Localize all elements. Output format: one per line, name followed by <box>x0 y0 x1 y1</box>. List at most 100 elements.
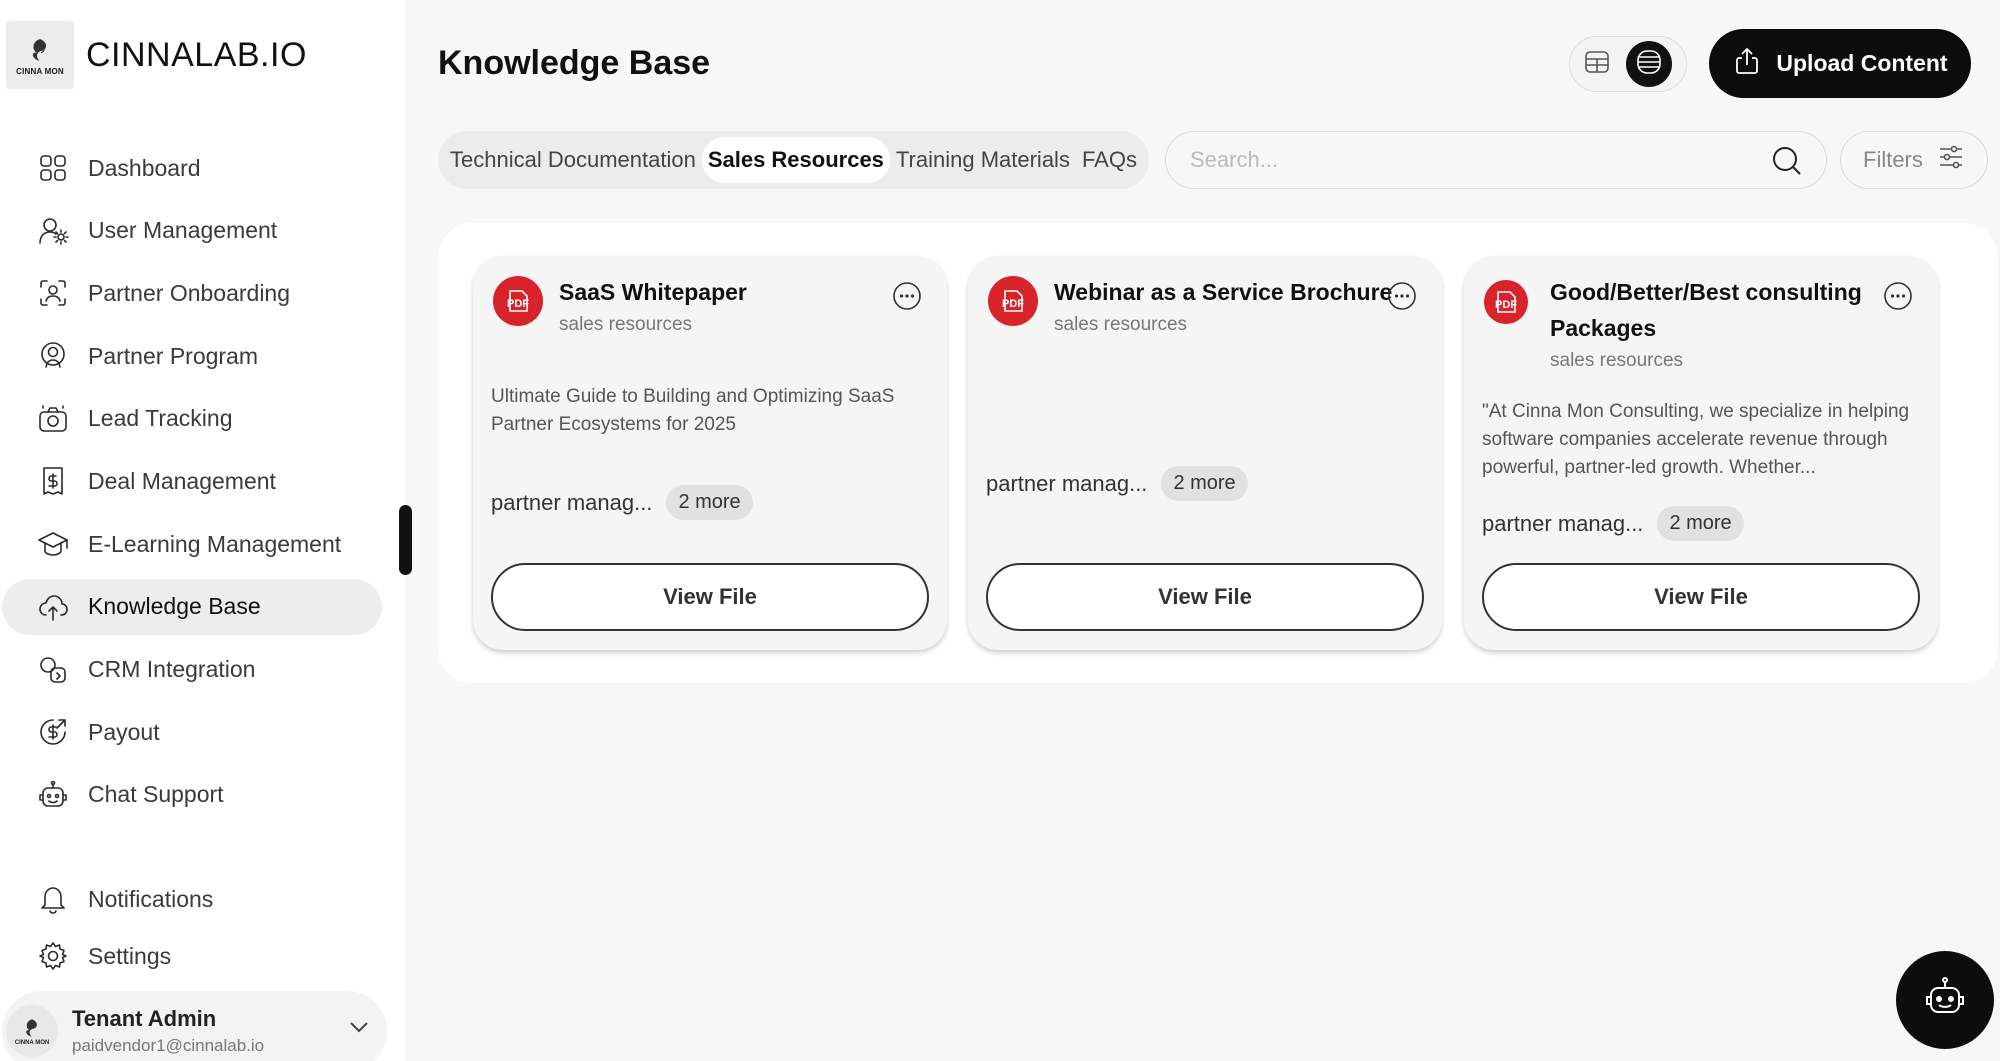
sidebar-item-label: Deal Management <box>88 467 276 494</box>
brand-logo: CINNA MON <box>6 21 74 89</box>
chat-support-fab[interactable] <box>1896 951 1994 1049</box>
sidebar-item-label: E-Learning Management <box>88 530 342 557</box>
pdf-icon: PDF <box>1484 280 1528 324</box>
upload-content-button[interactable]: Upload Content <box>1709 29 1971 98</box>
sidebar-item-label: Partner Onboarding <box>88 279 291 306</box>
cinnamon-logo-icon <box>32 38 47 61</box>
pdf-icon: PDF <box>493 276 543 326</box>
user-email: paidvendor1@cinnalab.io <box>72 1036 265 1055</box>
sidebar-item-label: Chat Support <box>88 781 224 808</box>
card-category: sales resources <box>1054 314 1188 335</box>
card-title: SaaS Whitepaper <box>559 279 747 305</box>
card-description <box>986 383 1426 443</box>
sidebar-item-notifications[interactable]: Notifications <box>2 871 382 927</box>
more-tags-badge[interactable]: 2 more <box>666 485 753 520</box>
more-options-icon[interactable] <box>1386 280 1418 312</box>
user-info: Tenant Admin paidvendor1@cinnalab.io <box>72 1006 264 1056</box>
sidebar-item-user-management[interactable]: User Management <box>2 203 382 259</box>
robot-icon <box>1921 974 1969 1027</box>
tag-label: partner manag... <box>491 489 653 515</box>
robot-icon <box>36 778 70 812</box>
invoice-icon <box>36 464 70 498</box>
upload-icon <box>1732 46 1776 82</box>
card-category: sales resources <box>559 314 693 335</box>
tab-sales-resources[interactable]: Sales Resources <box>701 137 890 183</box>
sidebar-item-label: Lead Tracking <box>88 405 233 432</box>
more-options-icon[interactable] <box>1882 280 1914 312</box>
user-name: Tenant Admin <box>72 1006 217 1031</box>
card-tags: partner manag... 2 more <box>986 466 1248 501</box>
card-description: "At Cinna Mon Consulting, we specialize … <box>1482 401 1910 478</box>
filters-label: Filters <box>1863 147 1923 172</box>
chevron-down-icon[interactable] <box>345 1013 373 1041</box>
camera-icon <box>36 402 70 436</box>
sidebar-item-partner-onboarding[interactable]: Partner Onboarding <box>2 265 382 321</box>
user-profile-card[interactable]: CINNA MON Tenant Admin paidvendor1@cinna… <box>2 991 387 1061</box>
user-badge-icon <box>36 339 70 373</box>
view-file-button[interactable]: View File <box>1482 563 1920 631</box>
sidebar-item-crm-integration[interactable]: CRM Integration <box>2 642 382 698</box>
integration-icon <box>36 653 70 687</box>
avatar-logo-text: CINNA MON <box>14 1040 50 1046</box>
avatar: CINNA MON <box>6 1005 58 1057</box>
svg-text:PDF: PDF <box>1002 298 1024 310</box>
page-title: Knowledge Base <box>438 44 711 82</box>
sidebar-item-label: Partner Program <box>88 342 259 369</box>
more-options-icon[interactable] <box>891 280 923 312</box>
category-tabs: Technical Documentation Sales Resources … <box>438 131 1149 189</box>
brand[interactable]: CINNA MON CINNALAB.IO <box>6 20 307 90</box>
gear-icon <box>36 939 70 973</box>
bell-icon <box>36 882 70 916</box>
sidebar-item-deal-management[interactable]: Deal Management <box>2 453 382 509</box>
sidebar-scrollbar[interactable] <box>399 505 412 575</box>
more-tags-badge[interactable]: 2 more <box>1161 466 1248 501</box>
sidebar-nav: Dashboard User Management Partner Onboar… <box>0 140 405 830</box>
filters-button[interactable]: Filters <box>1840 131 1988 189</box>
list-view-button[interactable] <box>1626 41 1672 87</box>
card-category: sales resources <box>1550 350 1684 371</box>
sidebar-item-dashboard[interactable]: Dashboard <box>2 140 382 196</box>
svg-text:PDF: PDF <box>1495 299 1517 311</box>
sidebar: CINNA MON CINNALAB.IO Dashboard User Man… <box>0 0 405 1061</box>
face-scan-icon <box>36 276 70 310</box>
upload-content-label: Upload Content <box>1776 50 1948 76</box>
search-icon[interactable] <box>1770 144 1804 178</box>
tab-technical-documentation[interactable]: Technical Documentation <box>444 137 702 183</box>
resource-card[interactable]: PDF Good/Better/Best consulting Packages… <box>1464 256 1938 650</box>
search-input[interactable] <box>1190 147 1750 173</box>
sliders-icon <box>1923 143 1965 177</box>
sidebar-item-partner-program[interactable]: Partner Program <box>2 328 382 384</box>
grid-view-button[interactable] <box>1574 41 1620 87</box>
sidebar-item-knowledge-base[interactable]: Knowledge Base <box>2 578 382 635</box>
card-description: Ultimate Guide to Building and Optimizin… <box>491 386 895 435</box>
sidebar-item-label: Settings <box>88 942 172 969</box>
search-bar <box>1165 131 1827 189</box>
sidebar-item-chat-support[interactable]: Chat Support <box>2 767 382 823</box>
cinnamon-logo-icon <box>26 1019 37 1037</box>
user-gear-icon <box>36 214 70 248</box>
cloud-upload-icon <box>36 590 70 624</box>
brand-logo-text: CINNA MON <box>16 66 64 76</box>
view-file-button[interactable]: View File <box>986 563 1424 631</box>
graduation-cap-icon <box>36 527 70 561</box>
table-icon <box>1582 47 1612 82</box>
view-file-button[interactable]: View File <box>491 563 929 631</box>
resource-card[interactable]: PDF Webinar as a Service Brochure sales … <box>968 256 1442 650</box>
sidebar-item-e-learning-management[interactable]: E-Learning Management <box>2 516 382 572</box>
sidebar-item-label: Knowledge Base <box>88 593 261 620</box>
svg-text:PDF: PDF <box>507 298 529 310</box>
tab-faqs[interactable]: FAQs <box>1076 137 1143 183</box>
sidebar-item-lead-tracking[interactable]: Lead Tracking <box>2 391 382 447</box>
sidebar-item-label: CRM Integration <box>88 656 256 682</box>
list-icon <box>1634 47 1664 82</box>
pdf-icon: PDF <box>988 276 1038 326</box>
card-title: Webinar as a Service Brochure <box>1054 279 1393 305</box>
sidebar-item-payout[interactable]: Payout <box>2 704 382 760</box>
more-tags-badge[interactable]: 2 more <box>1657 506 1744 541</box>
tab-training-materials[interactable]: Training Materials <box>890 137 1076 183</box>
sidebar-item-settings[interactable]: Settings <box>2 928 382 984</box>
grid-icon <box>36 151 70 185</box>
resource-card[interactable]: PDF SaaS Whitepaper sales resources Ulti… <box>473 256 947 650</box>
card-tags: partner manag... 2 more <box>491 485 753 520</box>
tag-label: partner manag... <box>986 470 1148 496</box>
